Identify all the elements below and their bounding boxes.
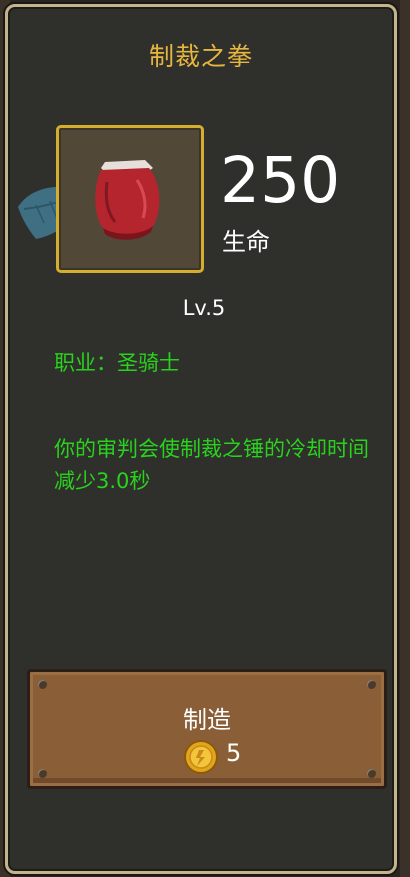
gold-coin-icon (184, 740, 218, 774)
item-detail-panel: 制裁之拳 250 生命 Lv.5 职业：圣骑士 你的审判会使制裁之锤的冷却时间减… (5, 4, 397, 874)
item-title: 制裁之拳 (148, 42, 253, 71)
nail-icon (38, 680, 47, 689)
background-stripe-right (400, 0, 410, 877)
nail-icon (367, 769, 376, 778)
item-level: Lv.5 (182, 296, 226, 320)
craft-button[interactable]: 制造 5 (27, 669, 387, 789)
nail-icon (367, 680, 376, 689)
nail-icon (38, 769, 47, 778)
item-icon-frame (56, 125, 204, 273)
red-fist-icon (95, 160, 160, 240)
craft-button-label: 制造 (183, 706, 231, 734)
craft-cost: 5 (226, 739, 242, 767)
health-stat-label: 生命 (222, 228, 270, 256)
item-description: 你的审判会使制裁之锤的冷却时间减少3.0秒 (54, 437, 369, 493)
health-stat-value: 250 (220, 144, 341, 217)
class-requirement: 职业：圣骑士 (54, 351, 180, 375)
